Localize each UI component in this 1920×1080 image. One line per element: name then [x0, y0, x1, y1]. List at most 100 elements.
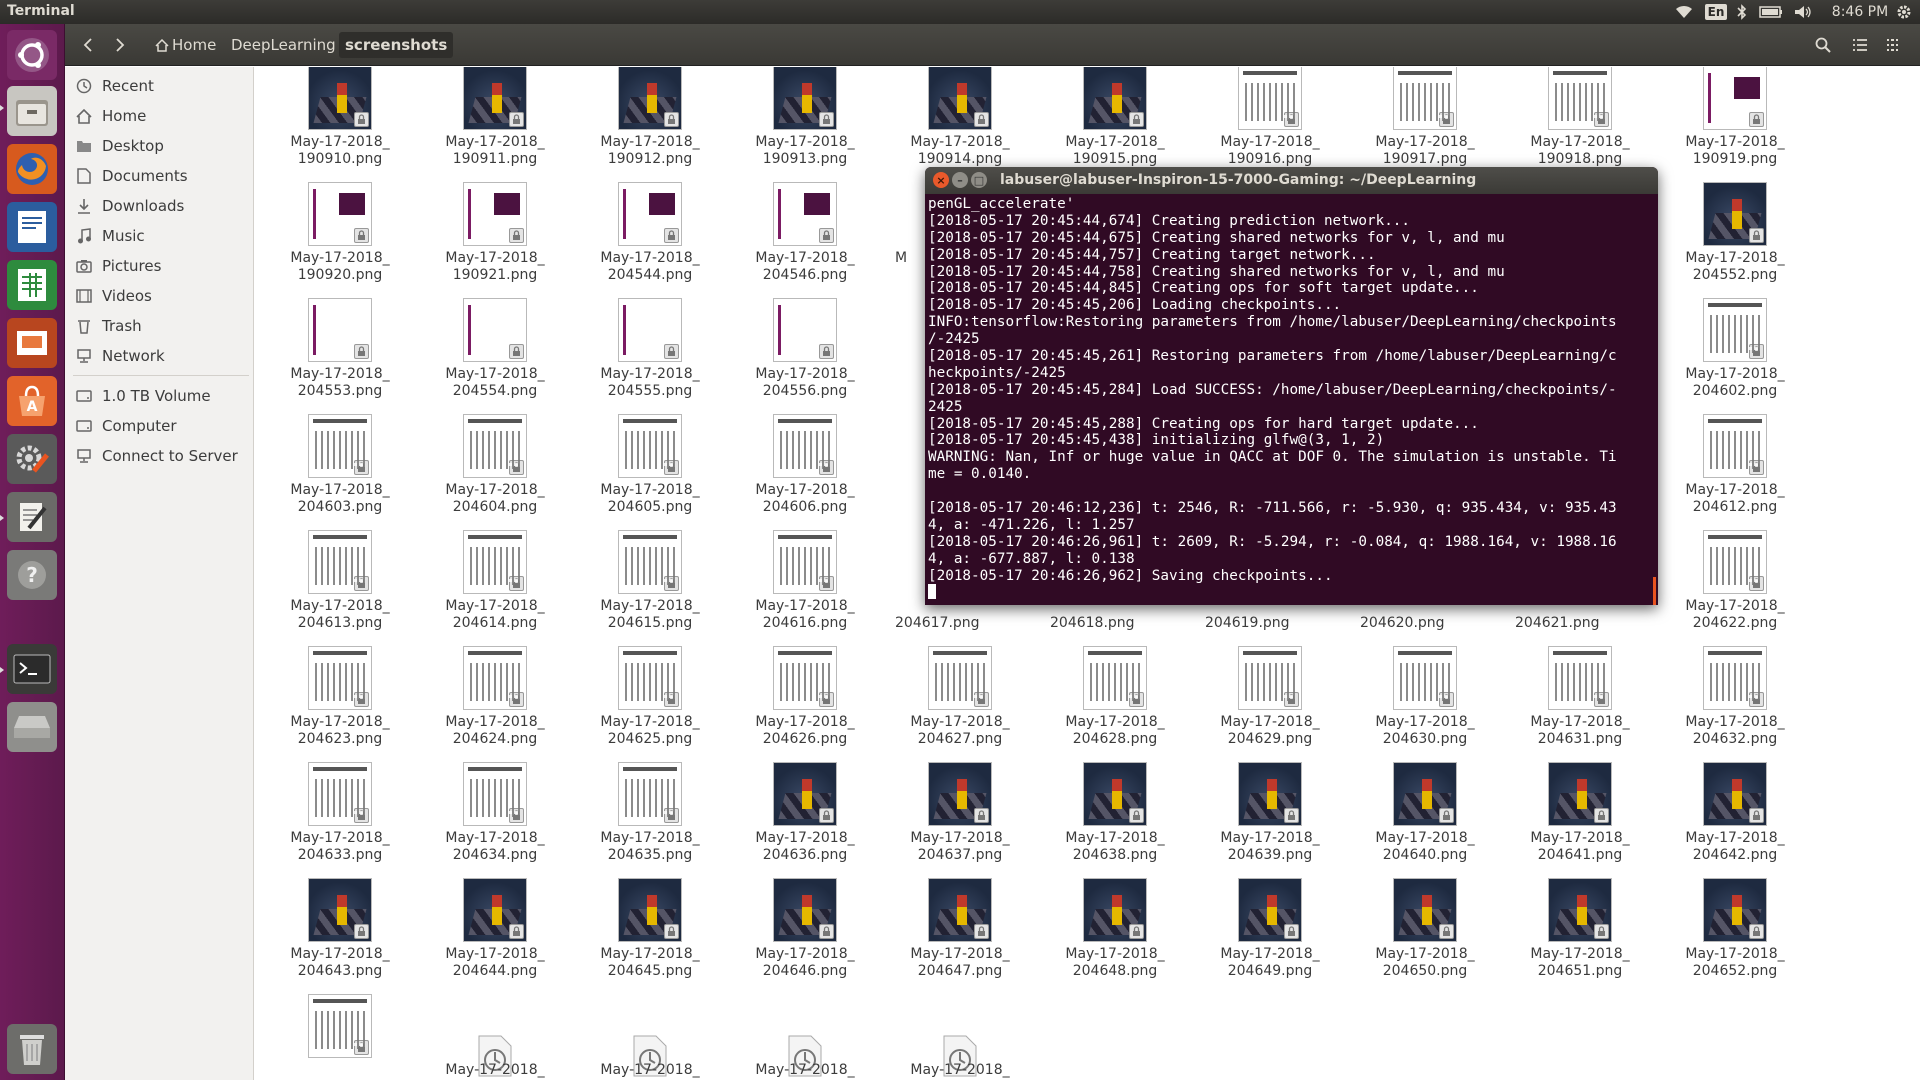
file-item[interactable]: May-17-2018_	[895, 992, 1025, 1080]
file-item[interactable]: May-17-2018_ 204624.png	[430, 644, 560, 756]
breadcrumb-home[interactable]: Home	[149, 32, 222, 58]
file-item[interactable]: May-17-2018_ 204632.png	[1670, 644, 1800, 756]
file-item[interactable]: May-17-2018_ 190913.png	[740, 67, 870, 176]
sidebar-item-recent[interactable]: Recent	[75, 73, 154, 99]
file-item[interactable]: May-17-2018_ 204625.png	[585, 644, 715, 756]
libreoffice-impress-icon[interactable]	[7, 318, 57, 368]
file-item[interactable]: May-17-2018_ 204546.png	[740, 180, 870, 292]
file-item[interactable]: May-17-2018_ 204613.png	[275, 528, 405, 640]
close-button[interactable]: ×	[933, 172, 949, 188]
sidebar-item-music[interactable]: Music	[75, 223, 145, 249]
firefox-icon[interactable]	[7, 144, 57, 194]
file-item[interactable]: May-17-2018_ 204616.png	[740, 528, 870, 640]
system-settings-icon[interactable]	[7, 434, 57, 484]
file-item[interactable]: May-17-2018_ 204634.png	[430, 760, 560, 872]
trash-icon[interactable]	[7, 1024, 57, 1074]
file-item[interactable]: May-17-2018_ 204626.png	[740, 644, 870, 756]
file-item[interactable]: May-17-2018_ 204630.png	[1360, 644, 1490, 756]
file-item[interactable]: May-17-2018_ 204640.png	[1360, 760, 1490, 872]
file-item[interactable]: May-17-2018_ 204554.png	[430, 296, 560, 408]
dash-home-icon[interactable]	[7, 30, 57, 80]
sidebar-item-connect-to-server[interactable]: Connect to Server	[75, 443, 238, 469]
file-item[interactable]: May-17-2018_	[430, 992, 560, 1080]
file-item[interactable]: May-17-2018_ 204631.png	[1515, 644, 1645, 756]
terminal-output[interactable]: penGL_accelerate' [2018-05-17 20:45:44,67…	[928, 196, 1655, 604]
file-item[interactable]: May-17-2018_ 190915.png	[1050, 67, 1180, 176]
file-item[interactable]: May-17-2018_ 204603.png	[275, 412, 405, 524]
file-item[interactable]: May-17-2018_ 204623.png	[275, 644, 405, 756]
file-item[interactable]: May-17-2018_ 204556.png	[740, 296, 870, 408]
text-editor-icon[interactable]	[7, 492, 57, 542]
file-item[interactable]: May-17-2018_ 204552.png	[1670, 180, 1800, 292]
minimize-button[interactable]: –	[952, 172, 968, 188]
file-item[interactable]: May-17-2018_ 190920.png	[275, 180, 405, 292]
file-item[interactable]: May-17-2018_ 204544.png	[585, 180, 715, 292]
file-item[interactable]: May-17-2018_ 190910.png	[275, 67, 405, 176]
maximize-button[interactable]: □	[971, 172, 987, 188]
sidebar-item-documents[interactable]: Documents	[75, 163, 188, 189]
file-item[interactable]: May-17-2018_ 204629.png	[1205, 644, 1335, 756]
file-item[interactable]: May-17-2018_ 204643.png	[275, 876, 405, 988]
grid-view-button[interactable]	[1877, 32, 1907, 58]
file-item[interactable]: May-17-2018_	[740, 992, 870, 1080]
file-item[interactable]: May-17-2018_ 204605.png	[585, 412, 715, 524]
sidebar-item-computer[interactable]: Computer	[75, 413, 177, 439]
file-item[interactable]: May-17-2018_ 204627.png	[895, 644, 1025, 756]
software-center-icon[interactable]: A	[7, 376, 57, 426]
file-item[interactable]: May-17-2018_ 204628.png	[1050, 644, 1180, 756]
search-button[interactable]	[1808, 32, 1838, 58]
file-item[interactable]: May-17-2018_ 190916.png	[1205, 67, 1335, 176]
gear-icon[interactable]	[1892, 0, 1916, 24]
libreoffice-calc-icon[interactable]	[7, 260, 57, 310]
terminal-scrollbar[interactable]	[1653, 577, 1656, 605]
breadcrumb-screenshots[interactable]: screenshots	[339, 32, 454, 58]
file-item[interactable]: May-17-2018_ 190921.png	[430, 180, 560, 292]
list-view-button[interactable]	[1845, 32, 1875, 58]
file-item[interactable]: May-17-2018_ 204648.png	[1050, 876, 1180, 988]
volume-icon[interactable]	[1790, 0, 1816, 24]
breadcrumb-deeplearning[interactable]: DeepLearning	[225, 32, 342, 58]
sidebar-item-network[interactable]: Network	[75, 343, 165, 369]
libreoffice-writer-icon[interactable]	[7, 202, 57, 252]
wifi-icon[interactable]	[1672, 0, 1696, 24]
sidebar-item-pictures[interactable]: Pictures	[75, 253, 161, 279]
file-item[interactable]: May-17-2018_ 204622.png	[1670, 528, 1800, 640]
file-item[interactable]: May-17-2018_ 204602.png	[1670, 296, 1800, 408]
file-item[interactable]: May-17-2018_ 204646.png	[740, 876, 870, 988]
file-item[interactable]: May-17-2018_ 204637.png	[895, 760, 1025, 872]
file-item[interactable]: May-17-2018_ 190911.png	[430, 67, 560, 176]
file-item[interactable]: May-17-2018_ 204647.png	[895, 876, 1025, 988]
sidebar-item-trash[interactable]: Trash	[75, 313, 142, 339]
files-icon[interactable]	[7, 86, 57, 136]
battery-icon[interactable]	[1756, 0, 1786, 24]
sidebar-item-volume[interactable]: 1.0 TB Volume	[75, 383, 211, 409]
file-item[interactable]: May-17-2018_ 190917.png	[1360, 67, 1490, 176]
file-item[interactable]: May-17-2018_ 204612.png	[1670, 412, 1800, 524]
file-item[interactable]: May-17-2018_ 204641.png	[1515, 760, 1645, 872]
file-item[interactable]: May-17-2018_ 204642.png	[1670, 760, 1800, 872]
file-item[interactable]: May-17-2018_ 204652.png	[1670, 876, 1800, 988]
clock[interactable]: 8:46 PM	[1828, 0, 1892, 24]
file-item[interactable]: May-17-2018_	[585, 992, 715, 1080]
sidebar-item-videos[interactable]: Videos	[75, 283, 152, 309]
file-item[interactable]: May-17-2018_ 204644.png	[430, 876, 560, 988]
file-item[interactable]: May-17-2018_ 190918.png	[1515, 67, 1645, 176]
terminal-icon[interactable]	[7, 644, 57, 694]
file-item[interactable]: May-17-2018_ 204650.png	[1360, 876, 1490, 988]
help-icon[interactable]: ?	[7, 550, 57, 600]
file-item[interactable]: May-17-2018_ 204638.png	[1050, 760, 1180, 872]
file-item[interactable]: May-17-2018_ 204645.png	[585, 876, 715, 988]
back-button[interactable]	[75, 32, 101, 58]
forward-button[interactable]	[107, 32, 133, 58]
drive-icon[interactable]	[7, 702, 57, 752]
file-item[interactable]: May-17-2018_ 190914.png	[895, 67, 1025, 176]
file-item[interactable]: May-17-2018_ 204635.png	[585, 760, 715, 872]
file-item[interactable]: May-17-2018_ 204633.png	[275, 760, 405, 872]
terminal-window[interactable]: × – □ labuser@labuser-Inspiron-15-7000-G…	[925, 167, 1658, 605]
file-item[interactable]: May-17-2018_ 204555.png	[585, 296, 715, 408]
file-item[interactable]: May-17-2018_ 190919.png	[1670, 67, 1800, 176]
keyboard-layout-indicator[interactable]: En	[1704, 0, 1728, 24]
file-item[interactable]: May-17-2018_ 190912.png	[585, 67, 715, 176]
file-item[interactable]: May-17-2018_ 204636.png	[740, 760, 870, 872]
file-item[interactable]: May-17-2018_ 204606.png	[740, 412, 870, 524]
